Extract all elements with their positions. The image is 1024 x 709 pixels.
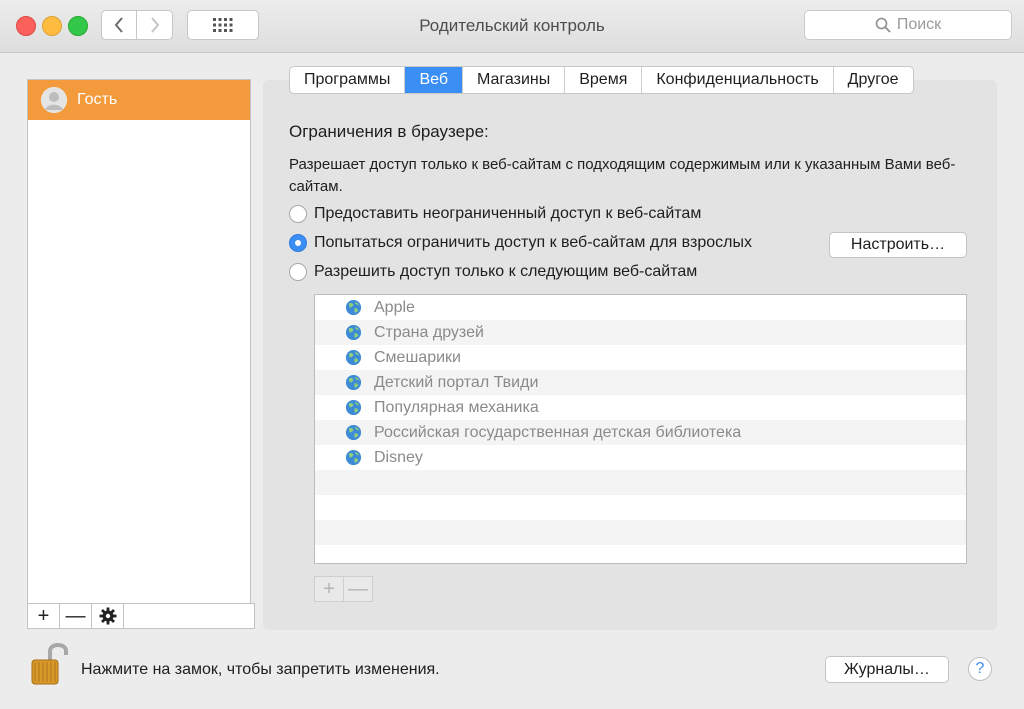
list-item[interactable]: Смешарики (315, 345, 966, 370)
site-label: Apple (374, 298, 415, 316)
site-label: Российская государственная детская библи… (374, 423, 742, 441)
tab-time[interactable]: Время (565, 67, 643, 93)
site-label: Страна друзей (374, 323, 484, 341)
site-label: Disney (374, 448, 423, 466)
configure-button[interactable]: Настроить… (829, 232, 967, 258)
list-item[interactable]: Страна друзей (315, 320, 966, 345)
gear-icon (99, 607, 116, 625)
globe-icon (345, 299, 362, 316)
tab-privacy[interactable]: Конфиденциальность (642, 67, 834, 93)
globe-icon (345, 399, 362, 416)
globe-icon (345, 374, 362, 391)
empty-row (315, 495, 966, 520)
lock-status-text: Нажмите на замок, чтобы запретить измене… (81, 661, 440, 678)
search-icon (875, 17, 891, 33)
avatar (41, 87, 67, 113)
section-description: Разрешает доступ только к веб-сайтам с п… (289, 156, 956, 195)
globe-icon (345, 349, 362, 366)
option-unrestricted[interactable]: Предоставить неограниченный доступ к веб… (289, 205, 701, 223)
unlocked-padlock-icon[interactable] (26, 640, 70, 686)
remove-site-button[interactable]: — (344, 577, 372, 601)
list-item[interactable]: Российская государственная детская библи… (315, 420, 966, 445)
user-item-guest[interactable]: Гость (28, 80, 250, 120)
empty-row (315, 470, 966, 495)
site-label: Смешарики (374, 348, 461, 366)
user-list: Гость (27, 79, 251, 604)
list-item[interactable]: Детский портал Твиди (315, 370, 966, 395)
site-label: Детский портал Твиди (374, 373, 539, 391)
tab-bar: Программы Веб Магазины Время Конфиденциа… (289, 66, 914, 94)
remove-user-button[interactable]: — (60, 604, 92, 628)
option-allowlist-only[interactable]: Разрешить доступ только к следующим веб-… (289, 263, 697, 281)
empty-row (315, 520, 966, 545)
title-bar: Родительский контроль Поиск (0, 0, 1024, 53)
user-actions-button[interactable] (92, 604, 124, 628)
globe-icon (345, 424, 362, 441)
site-label: Популярная механика (374, 398, 539, 416)
tab-other[interactable]: Другое (834, 67, 913, 93)
user-label: Гость (77, 91, 118, 108)
option-label: Попытаться ограничить доступ к веб-сайта… (314, 234, 752, 251)
list-item[interactable]: Apple (315, 295, 966, 320)
add-site-button[interactable]: + (315, 577, 344, 601)
add-user-button[interactable]: + (28, 604, 60, 628)
tab-programs[interactable]: Программы (290, 67, 406, 93)
allowed-sites-list[interactable]: Apple Страна друзей Смешарики Детский по… (314, 294, 967, 564)
help-button[interactable]: ? (968, 657, 992, 681)
logs-button[interactable]: Журналы… (825, 656, 949, 683)
globe-icon (345, 449, 362, 466)
option-label: Разрешить доступ только к следующим веб-… (314, 263, 698, 280)
globe-icon (345, 324, 362, 341)
option-limit-adult[interactable]: Попытаться ограничить доступ к веб-сайта… (289, 234, 752, 252)
empty-row (315, 545, 966, 563)
tab-web[interactable]: Веб (405, 67, 463, 93)
parental-controls-window: Родительский контроль Поиск Гость + — Пр… (0, 0, 1024, 709)
search-placeholder: Поиск (896, 16, 942, 33)
user-list-toolbar: + — (27, 603, 255, 629)
option-label: Предоставить неограниченный доступ к веб… (314, 205, 702, 222)
search-field[interactable]: Поиск (804, 10, 1012, 40)
radio-unrestricted[interactable] (289, 205, 307, 223)
tab-stores[interactable]: Магазины (463, 67, 566, 93)
site-list-toolbar: + — (314, 576, 373, 602)
radio-allowlist-only[interactable] (289, 263, 307, 281)
user-icon (41, 87, 67, 113)
radio-limit-adult[interactable] (289, 234, 307, 252)
list-item[interactable]: Disney (315, 445, 966, 470)
section-title: Ограничения в браузере: (289, 122, 489, 141)
list-item[interactable]: Популярная механика (315, 395, 966, 420)
